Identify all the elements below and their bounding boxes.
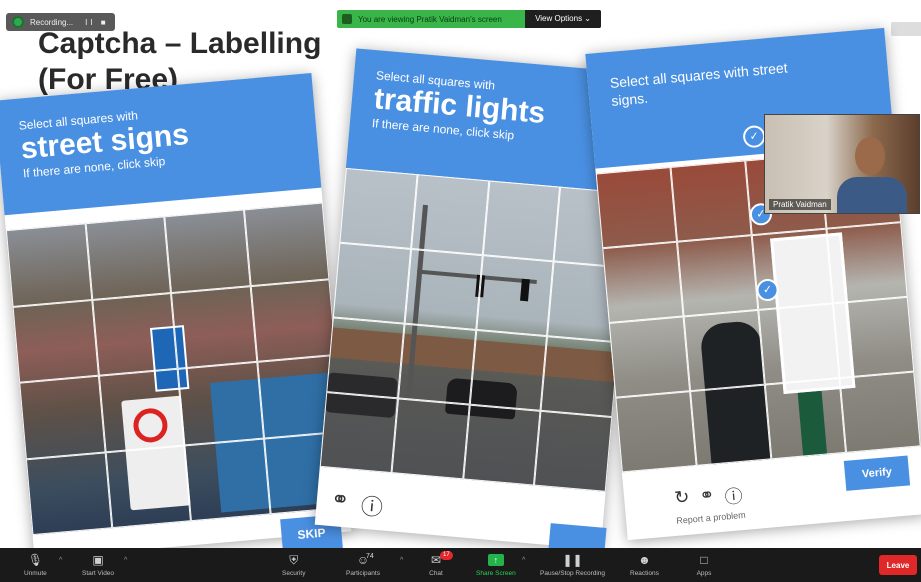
- captcha-tile[interactable]: [177, 361, 264, 446]
- captcha-tile[interactable]: [839, 371, 921, 453]
- chat-label: Chat: [429, 569, 443, 577]
- chevron-up-icon[interactable]: ^: [400, 557, 403, 564]
- captcha-footer: ⚭ ⓘ: [329, 486, 384, 522]
- captcha-tile[interactable]: [595, 167, 678, 249]
- captcha-tile[interactable]: [540, 336, 619, 418]
- captcha-tile[interactable]: [250, 278, 337, 362]
- pause-stop-recording-label: Pause/Stop Recording: [540, 569, 606, 577]
- start-video-button[interactable]: ▣ Start Video: [82, 548, 114, 582]
- captcha-tile[interactable]: [98, 368, 185, 452]
- apps-button[interactable]: □ Apps: [696, 548, 712, 582]
- info-icon[interactable]: ⓘ: [360, 489, 385, 523]
- share-banner-text: You are viewing Pratik Vaidman's screen: [358, 14, 502, 24]
- captcha-tile[interactable]: [397, 323, 476, 405]
- security-label: Security: [282, 569, 306, 577]
- captcha-footer: ↻ ⚭ ⓘ: [673, 482, 743, 514]
- video-off-icon: ▣: [92, 552, 104, 567]
- captcha-tile[interactable]: [608, 316, 691, 398]
- view-options-button[interactable]: View Options ⌄: [525, 10, 601, 28]
- share-screen-label: Share Screen: [476, 569, 516, 577]
- participants-button[interactable]: ☺ 74 Participants: [346, 548, 380, 582]
- captcha-tile[interactable]: [170, 285, 257, 369]
- captcha-tile[interactable]: [25, 451, 112, 536]
- screen-share-banner: You are viewing Pratik Vaidman's screen …: [337, 10, 601, 28]
- captcha-instruction: Select all squares with street signs.: [609, 59, 789, 109]
- captcha-tile[interactable]: [404, 248, 483, 330]
- chat-button[interactable]: ✉ 17 Chat: [428, 548, 453, 582]
- captcha-grid: [5, 202, 350, 536]
- participant-name: Pratik Vaidman: [769, 199, 831, 210]
- captcha-tile[interactable]: [482, 180, 561, 262]
- meeting-toolbar: 🎙 Unmute ^ ▣ Start Video ^ ⛨ Security ☺ …: [0, 548, 921, 582]
- verify-button[interactable]: Verify: [843, 455, 911, 491]
- captcha-tile[interactable]: [332, 242, 411, 324]
- unmute-label: Unmute: [24, 569, 47, 577]
- captcha-card-street-signs: Select all squares with street signs If …: [0, 73, 352, 559]
- captcha-tile[interactable]: [677, 235, 759, 317]
- headphones-icon[interactable]: ⚭: [329, 486, 351, 519]
- reload-icon[interactable]: ↻: [673, 487, 690, 514]
- participants-count: 74: [366, 553, 374, 560]
- chevron-up-icon[interactable]: ^: [59, 557, 62, 564]
- captcha-tile[interactable]: [184, 438, 271, 522]
- chevron-up-icon[interactable]: ^: [522, 557, 525, 564]
- start-video-label: Start Video: [82, 569, 115, 577]
- webcam-thumbnail[interactable]: Pratik Vaidman: [764, 114, 920, 214]
- captcha-tile[interactable]: [764, 378, 847, 460]
- share-screen-button[interactable]: ↑ Share Screen: [476, 548, 516, 582]
- captcha-tile[interactable]: [826, 222, 908, 304]
- info-icon[interactable]: ⓘ: [723, 482, 744, 509]
- top-right-badge: [891, 22, 921, 36]
- captcha-tile[interactable]: [339, 167, 418, 249]
- reactions-button[interactable]: ☻ Reactions: [630, 548, 659, 582]
- captcha-tile[interactable]: [91, 292, 178, 376]
- security-button[interactable]: ⛨ Security: [282, 548, 305, 582]
- captcha-tile[interactable]: [85, 216, 171, 300]
- captcha-tile[interactable]: [475, 255, 554, 337]
- pause-stop-icon: ❚❚: [562, 552, 583, 567]
- captcha-tile[interactable]: [758, 303, 840, 385]
- captcha-tile[interactable]: [534, 410, 613, 492]
- shield-icon: ⛨: [289, 552, 299, 567]
- captcha-card-street-signs-2: Select all squares with street signs. ✓ …: [585, 27, 921, 541]
- apps-label: Apps: [696, 569, 712, 577]
- captcha-tile[interactable]: [410, 174, 489, 256]
- captcha-tile[interactable]: [319, 392, 398, 474]
- participant-face: [855, 137, 885, 175]
- share-screen-icon: ↑: [487, 553, 504, 566]
- captcha-tile[interactable]: [105, 445, 191, 529]
- participant-body: [837, 177, 907, 213]
- recording-icon: [12, 16, 24, 28]
- participants-label: Participants: [346, 569, 380, 577]
- captcha-tile[interactable]: [602, 241, 684, 323]
- captcha-tile[interactable]: [462, 404, 541, 486]
- captcha-tile[interactable]: [469, 329, 548, 411]
- apps-icon: □: [700, 552, 708, 567]
- captcha-tile[interactable]: [5, 223, 92, 307]
- captcha-tile[interactable]: [683, 309, 765, 392]
- chat-badge: 17: [440, 551, 453, 560]
- captcha-tile[interactable]: [832, 296, 915, 379]
- captcha-tile[interactable]: [164, 209, 251, 293]
- captcha-tile[interactable]: [615, 391, 697, 473]
- reactions-label: Reactions: [630, 569, 659, 577]
- captcha-tile[interactable]: [690, 384, 772, 466]
- captcha-tile[interactable]: [391, 398, 470, 480]
- microphone-muted-icon: 🎙: [27, 552, 43, 567]
- captcha-tile[interactable]: [19, 375, 106, 459]
- leave-button[interactable]: Leave: [879, 555, 917, 575]
- smiley-icon: ☻: [638, 552, 651, 567]
- captcha-tile[interactable]: [243, 202, 330, 286]
- slide-title-line-1: Captcha – Labelling: [38, 27, 322, 60]
- chevron-up-icon[interactable]: ^: [124, 557, 127, 564]
- shield-icon: [342, 14, 352, 24]
- unmute-button[interactable]: 🎙 Unmute: [24, 548, 47, 582]
- headphones-icon[interactable]: ⚭: [698, 484, 715, 511]
- captcha-tile[interactable]: [670, 160, 752, 242]
- captcha-grid: [319, 167, 632, 492]
- pause-stop-recording-button[interactable]: ❚❚ Pause/Stop Recording: [540, 548, 605, 582]
- captcha-tile[interactable]: [12, 299, 99, 383]
- captcha-tile[interactable]: [326, 317, 405, 399]
